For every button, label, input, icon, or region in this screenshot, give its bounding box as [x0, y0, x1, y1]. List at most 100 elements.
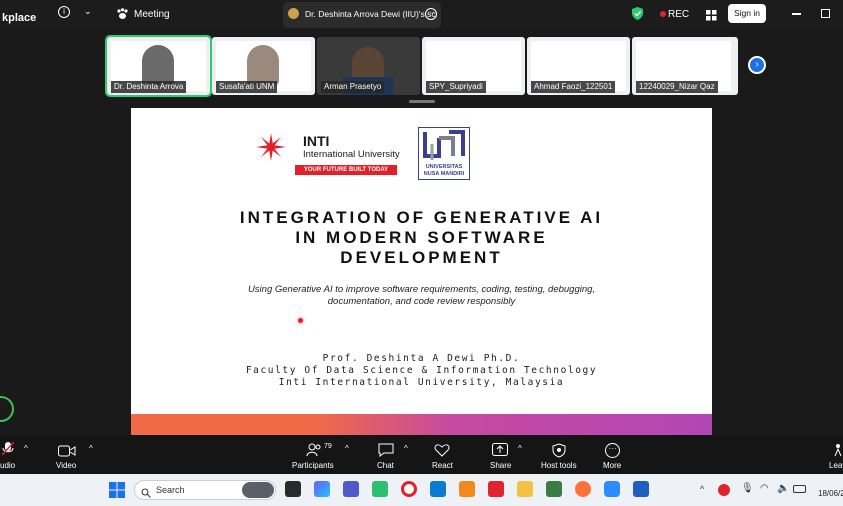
slide-author-name: Prof. Deshinta A Dewi Ph.D. — [322, 353, 521, 364]
participant-name: Ahmad Faozi_122501 — [534, 82, 613, 91]
slide-footer-band — [131, 414, 712, 435]
video-caret-icon[interactable]: ^ — [89, 444, 93, 453]
react-heart-icon[interactable] — [434, 443, 450, 457]
share-caret-icon[interactable]: ^ — [518, 444, 522, 453]
react-label[interactable]: React — [432, 461, 453, 470]
meet-icon[interactable] — [372, 481, 388, 497]
share-tab-title: Dr. Deshinta Arrova Dewi (IIU)'s sc — [305, 9, 436, 19]
leave-label[interactable]: Leav — [829, 461, 843, 470]
host-tools-label[interactable]: Host tools — [541, 461, 577, 470]
meeting-paw-icon — [116, 7, 129, 19]
video-label[interactable]: Video — [56, 461, 76, 470]
tray-app-icon[interactable] — [718, 484, 730, 496]
participant-name: Dr. Deshinta Arrova — [114, 82, 184, 91]
slide-title: INTEGRATION OF GENERATIVE AI IN MODERN S… — [131, 208, 712, 268]
audio-caret-icon[interactable]: ^ — [24, 444, 28, 453]
restore-icon[interactable] — [821, 9, 830, 18]
inti-logo-star-icon — [254, 132, 288, 162]
participant-tile[interactable]: Arman Prasetyo — [317, 37, 420, 95]
unm-logo: UNIVERSITAS NUSA MANDIRI — [418, 127, 470, 180]
host-tools-shield-icon[interactable] — [552, 443, 566, 458]
slide-title-line-2: IN MODERN SOFTWARE — [295, 228, 548, 247]
unm-logo-text-1: UNIVERSITAS — [425, 164, 463, 170]
participant-tile[interactable]: Ahmad Faozi_122501 — [527, 37, 630, 95]
vscode-icon[interactable] — [430, 481, 446, 497]
chat-label[interactable]: Chat — [377, 461, 394, 470]
drag-handle[interactable] — [409, 100, 435, 103]
leave-icon[interactable] — [832, 443, 843, 457]
tray-chevron-icon[interactable]: ^ — [700, 484, 704, 494]
app-icon[interactable] — [546, 481, 562, 497]
avatar — [288, 8, 299, 19]
minimize-icon[interactable] — [792, 13, 801, 15]
firefox-icon[interactable] — [575, 481, 591, 497]
participants-label[interactable]: Participants — [292, 461, 334, 470]
meeting-label[interactable]: Meeting — [134, 9, 170, 20]
participant-tile[interactable]: SPY_Supriyadi — [422, 37, 525, 95]
video-icon[interactable] — [58, 444, 76, 457]
app-name: kplace — [2, 12, 37, 24]
participant-name: Susafa'ati UNM — [219, 82, 275, 91]
word-icon[interactable] — [633, 481, 649, 497]
participant-tile[interactable]: Dr. Deshinta Arrova — [105, 35, 212, 97]
inti-logo-subtitle: International University — [303, 149, 400, 160]
opera-icon[interactable] — [401, 481, 417, 497]
zoom-app-icon[interactable] — [604, 481, 620, 497]
xampp-icon[interactable] — [459, 481, 475, 497]
chat-icon[interactable] — [378, 443, 394, 457]
inti-logo-title: INTI — [303, 133, 330, 149]
rec-dot-icon — [660, 11, 666, 17]
chevron-down-icon[interactable]: ⌄ — [84, 6, 92, 17]
more-icon[interactable]: ··· — [605, 443, 620, 458]
more-label[interactable]: More — [603, 461, 621, 470]
search-placeholder: Search — [156, 485, 185, 495]
participants-icon[interactable] — [306, 443, 322, 457]
volume-icon[interactable]: 🔈 — [777, 483, 789, 494]
slide-subtitle-line-2: documentation, and code review responsib… — [327, 296, 516, 307]
file-explorer-icon[interactable] — [517, 481, 533, 497]
slide-author-faculty: Faculty Of Data Science & Information Te… — [245, 365, 598, 376]
participant-name: Arman Prasetyo — [324, 82, 382, 91]
slide-author-university: Inti International University, Malaysia — [278, 377, 565, 388]
task-view-icon[interactable] — [285, 481, 301, 497]
participant-name: SPY_Supriyadi — [429, 82, 483, 91]
copilot-icon[interactable] — [314, 481, 330, 497]
tray-mic-icon[interactable]: 🎙 — [741, 483, 754, 494]
wifi-icon[interactable]: ◠ — [760, 483, 769, 494]
inti-logo-tagline: YOUR FUTURE BUILT TODAY — [295, 165, 397, 175]
slide-subtitle: Using Generative AI to improve software … — [131, 284, 712, 308]
unm-logo-text-2: NUSA MANDIRI — [423, 171, 465, 177]
audio-label[interactable]: udio — [0, 461, 15, 470]
sign-in-button[interactable]: Sign in — [728, 4, 766, 23]
chat-caret-icon[interactable]: ^ — [404, 444, 408, 453]
teams-icon[interactable] — [343, 481, 359, 497]
participants-caret-icon[interactable]: ^ — [345, 444, 349, 453]
slide-title-line-3: DEVELOPMENT — [340, 248, 503, 267]
participant-name: 12240029_Nizar Qaz — [639, 82, 715, 91]
share-screen-icon[interactable] — [492, 443, 508, 457]
grid-view-icon[interactable] — [706, 8, 717, 21]
participants-count: 79 — [324, 443, 332, 450]
slide-title-line-1: INTEGRATION OF GENERATIVE AI — [239, 208, 604, 227]
os-taskbar — [0, 474, 843, 506]
search-highlight-image — [242, 482, 274, 498]
rec-label[interactable]: REC — [668, 9, 689, 20]
windows-start-icon[interactable] — [109, 482, 125, 498]
participant-tile[interactable]: Susafa'ati UNM — [212, 37, 315, 95]
taskbar-date[interactable]: 18/06/2 — [818, 489, 843, 498]
slide-subtitle-line-1: Using Generative AI to improve software … — [247, 284, 596, 295]
laser-pointer — [298, 318, 303, 323]
wps-icon[interactable] — [488, 481, 504, 497]
more-options-icon[interactable]: ··· — [425, 8, 437, 20]
search-icon — [141, 485, 151, 498]
meeting-toolbar — [0, 435, 843, 474]
next-page-button[interactable]: › — [748, 56, 766, 74]
floating-reaction-icon[interactable] — [0, 396, 14, 422]
mic-muted-icon[interactable] — [1, 441, 15, 456]
battery-icon[interactable] — [793, 485, 806, 493]
shield-check-icon — [632, 7, 643, 20]
participant-tile[interactable]: 12240029_Nizar Qaz — [632, 37, 738, 95]
slide-author-block: Prof. Deshinta A Dewi Ph.D. Faculty Of D… — [131, 353, 712, 389]
share-label[interactable]: Share — [490, 461, 511, 470]
info-icon[interactable]: i — [58, 6, 70, 18]
